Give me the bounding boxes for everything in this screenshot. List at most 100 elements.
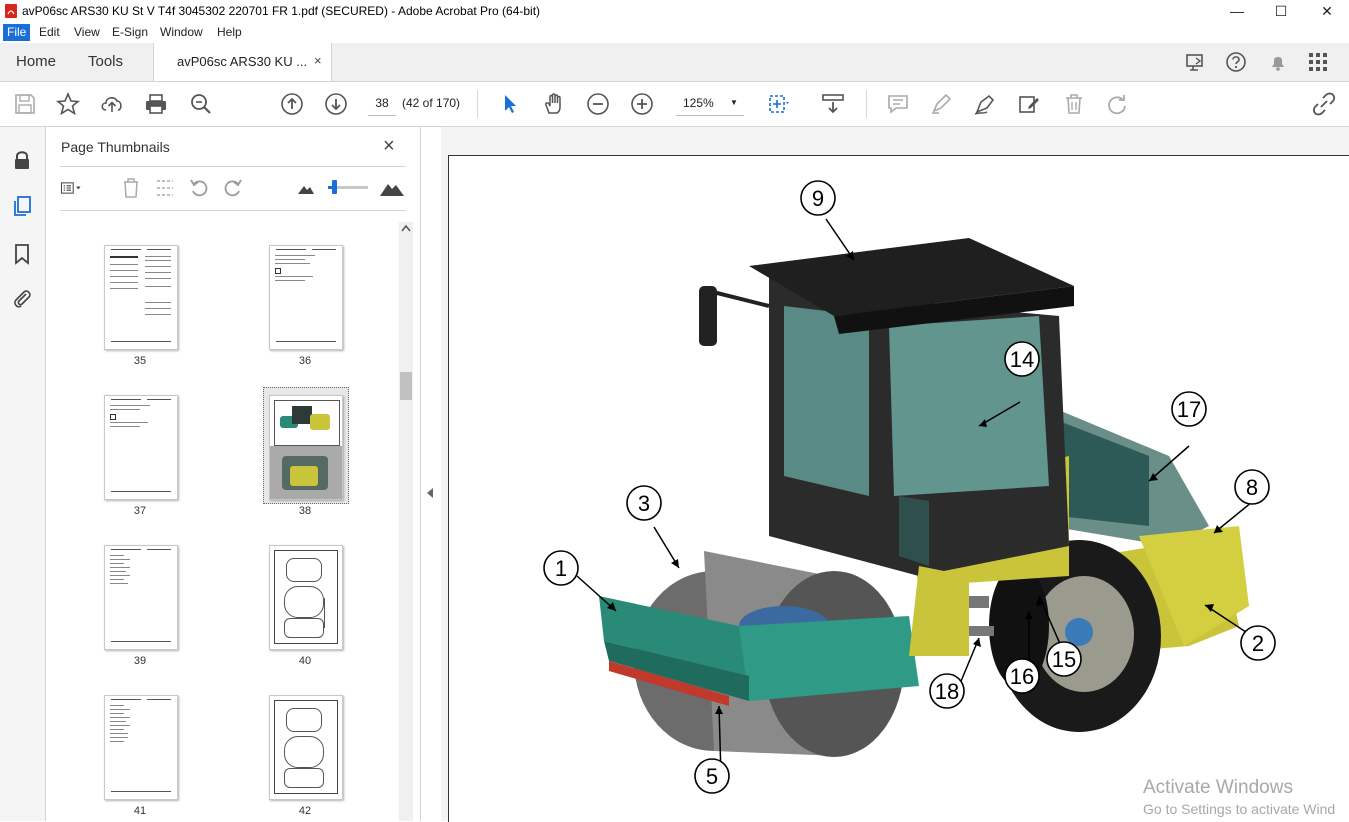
share-screen-icon[interactable]: [1184, 51, 1206, 73]
callout-label: 5: [706, 764, 718, 789]
tab-home[interactable]: Home: [16, 53, 56, 70]
rotate-clockwise-icon[interactable]: [222, 177, 244, 199]
tab-document[interactable]: avP06sc ARS30 KU ... ×: [153, 43, 332, 81]
close-window-button[interactable]: ✕: [1312, 0, 1342, 22]
maximize-button[interactable]: ☐: [1266, 0, 1296, 22]
acrobat-icon: [5, 4, 17, 18]
menu-help[interactable]: Help: [213, 24, 246, 41]
smaller-thumbnails-icon[interactable]: [295, 177, 317, 199]
menu-esign[interactable]: E-Sign: [108, 24, 152, 41]
thumbnail-label: 42: [298, 805, 312, 817]
zoom-out-icon[interactable]: [586, 92, 610, 116]
toolbar-divider: [477, 90, 478, 118]
callout-label: 1: [555, 556, 567, 581]
edit-text-icon[interactable]: [1017, 92, 1041, 116]
page-thumbnail-41[interactable]: [104, 695, 178, 800]
callout-label: 8: [1246, 475, 1258, 500]
rotate-counterclockwise-icon[interactable]: [188, 177, 210, 199]
callout-label: 17: [1177, 397, 1201, 422]
toolbar-divider: [866, 90, 867, 118]
callout-label: 9: [812, 186, 824, 211]
navigation-rail: [0, 127, 46, 821]
page-thumbnails-icon[interactable]: [11, 195, 33, 217]
callout-label: 3: [638, 491, 650, 516]
bookmark-star-icon[interactable]: [55, 91, 81, 116]
menu-window[interactable]: Window: [156, 24, 207, 41]
page-thumbnail-37[interactable]: [104, 395, 178, 500]
delete-page-icon[interactable]: [120, 177, 142, 199]
notifications-bell-icon[interactable]: [1267, 51, 1289, 73]
page-thumbnail-38[interactable]: [269, 395, 343, 500]
document-view[interactable]: 9 14 17 8 3 1 2 15 16 18 5 Activate Wind…: [441, 127, 1349, 822]
scroll-up-icon[interactable]: [401, 224, 411, 232]
menu-view[interactable]: View: [70, 24, 104, 41]
menu-bar: File Edit View E-Sign Window Help: [0, 22, 1349, 43]
page-thumbnail-42[interactable]: [269, 695, 343, 800]
close-tab-icon[interactable]: ×: [314, 53, 322, 68]
tab-tools[interactable]: Tools: [88, 53, 123, 70]
zoom-level-dropdown[interactable]: 125% ▼: [676, 91, 744, 116]
callout-label: 18: [935, 679, 959, 704]
thumbnail-label: 41: [133, 805, 147, 817]
link-share-icon[interactable]: [1312, 92, 1336, 116]
menu-file[interactable]: File: [3, 24, 31, 41]
draw-pen-icon[interactable]: [973, 92, 997, 116]
fit-page-icon[interactable]: [766, 92, 790, 116]
pdf-page: 9 14 17 8 3 1 2 15 16 18 5: [448, 155, 1349, 822]
zoom-search-icon[interactable]: [189, 92, 213, 116]
roller-illustration: 9 14 17 8 3 1 2 15 16 18 5: [543, 180, 1276, 794]
page-thumbnail-40[interactable]: [269, 545, 343, 650]
callout-label: 15: [1052, 647, 1076, 672]
select-cursor-icon[interactable]: [498, 92, 522, 116]
thumbnails-scrollbar[interactable]: [399, 222, 413, 821]
redo-icon[interactable]: [1105, 92, 1129, 116]
delete-trash-icon[interactable]: [1062, 92, 1086, 116]
zoom-in-icon[interactable]: [630, 92, 654, 116]
larger-thumbnails-icon[interactable]: [379, 177, 405, 199]
extract-pages-icon[interactable]: [154, 177, 176, 199]
page-count: (42 of 170): [402, 96, 461, 110]
callout-label: 16: [1010, 664, 1034, 689]
save-icon[interactable]: [13, 92, 37, 116]
thumbnail-label: 35: [133, 355, 147, 367]
attachments-paperclip-icon[interactable]: [11, 287, 33, 309]
scroll-mode-icon[interactable]: [821, 92, 845, 116]
minimize-button[interactable]: —: [1222, 0, 1252, 22]
page-thumbnail-36[interactable]: [269, 245, 343, 350]
activate-windows-subtext: Go to Settings to activate Wind: [1143, 801, 1336, 817]
activate-windows-watermark: Activate Windows: [1143, 777, 1293, 798]
page-number-input[interactable]: 38: [368, 91, 396, 116]
zoom-level-value: 125%: [683, 96, 714, 110]
bookmarks-icon[interactable]: [11, 243, 33, 265]
page-thumbnail-35[interactable]: [104, 245, 178, 350]
thumbnail-label: 40: [298, 655, 312, 667]
thumbnail-label: 38: [298, 505, 312, 517]
chevron-down-icon: ▼: [730, 98, 738, 107]
upload-cloud-icon[interactable]: [100, 92, 124, 116]
menu-edit[interactable]: Edit: [35, 24, 64, 41]
print-icon[interactable]: [144, 92, 168, 116]
hand-tool-icon[interactable]: [542, 92, 566, 116]
scrollbar-thumb[interactable]: [400, 372, 412, 400]
thumbnail-label: 39: [133, 655, 147, 667]
help-icon[interactable]: [1225, 51, 1247, 73]
callout-label: 2: [1252, 631, 1264, 656]
thumbnail-options-icon[interactable]: [60, 177, 82, 199]
slider-handle[interactable]: [332, 180, 337, 194]
apps-grid-icon[interactable]: [1307, 51, 1329, 73]
next-page-icon[interactable]: [324, 92, 348, 116]
thumbnail-label: 36: [298, 355, 312, 367]
panel-divider: [60, 166, 406, 167]
panel-collapse-handle[interactable]: [420, 127, 442, 821]
close-panel-icon[interactable]: ×: [383, 135, 395, 158]
collapse-arrow-icon[interactable]: [426, 487, 434, 499]
tab-bar: Home Tools avP06sc ARS30 KU ... ×: [0, 43, 1349, 82]
thumbnail-size-slider[interactable]: [328, 180, 368, 194]
window-title: avP06sc ARS30 KU St V T4f 3045302 220701…: [22, 4, 541, 18]
tab-document-label: avP06sc ARS30 KU ...: [177, 54, 308, 69]
lock-icon[interactable]: [11, 149, 33, 171]
comment-icon[interactable]: [886, 92, 910, 116]
page-thumbnail-39[interactable]: [104, 545, 178, 650]
previous-page-icon[interactable]: [280, 92, 304, 116]
highlight-pen-icon[interactable]: [929, 92, 953, 116]
